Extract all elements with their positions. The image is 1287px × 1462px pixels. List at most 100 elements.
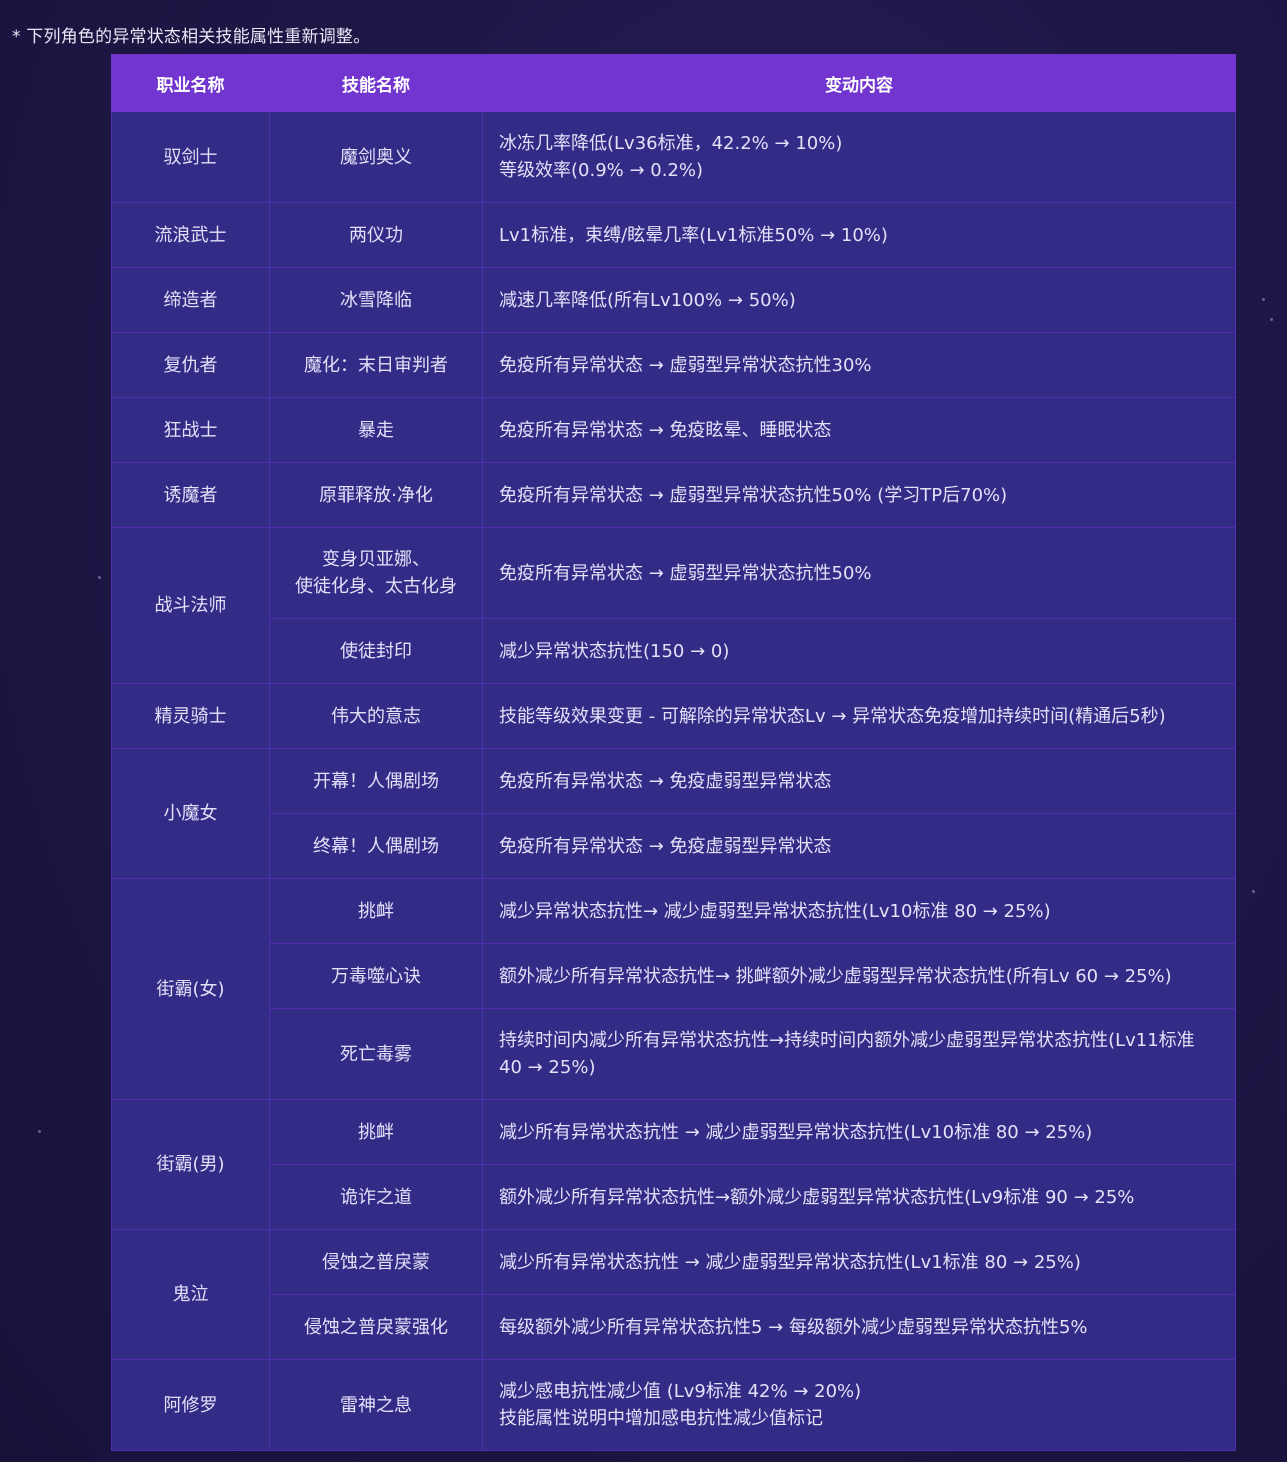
change-line: 减少异常状态抗性(150 → 0) <box>499 640 730 662</box>
change-line: 减少感电抗性减少值 (Lv9标准 42% → 20%) <box>499 1381 862 1402</box>
change-content: 减少感电抗性减少值 (Lv9标准 42% → 20%) 技能属性说明中增加感电抗… <box>482 1359 1236 1451</box>
skill-name: 终幕！人偶剧场 <box>269 813 483 879</box>
change-content: 冰冻几率降低(Lv36标准，42.2% → 10%) 等级效率(0.9% → 0… <box>482 111 1236 203</box>
table-row: 诡诈之道 额外减少所有异常状态抗性→额外减少虚弱型异常状态抗性(Lv9标准 90… <box>112 1164 1236 1230</box>
table-row: 小魔女 开幕！人偶剧场 免疫所有异常状态 → 免疫虚弱型异常状态 <box>111 748 1236 879</box>
job-name: 精灵骑士 <box>111 683 270 749</box>
column-header-job: 职业名称 <box>111 54 270 112</box>
job-name: 街霸(男) <box>111 1099 270 1230</box>
change-content: 免疫所有异常状态 → 免疫虚弱型异常状态 <box>482 813 1236 879</box>
skill-name-line: 使徒化身、太古化身 <box>295 576 457 597</box>
job-name: 复仇者 <box>111 332 270 398</box>
change-content: 免疫所有异常状态 → 免疫眩晕、睡眠状态 <box>482 397 1236 463</box>
change-line: 免疫所有异常状态 → 免疫虚弱型异常状态 <box>499 770 832 792</box>
change-line: 免疫所有异常状态 → 虚弱型异常状态抗性50% <box>499 562 872 584</box>
change-content: 减少所有异常状态抗性 → 减少虚弱型异常状态抗性(Lv1标准 80 → 25%) <box>482 1229 1236 1295</box>
skill-name: 变身贝亚娜、 使徒化身、太古化身 <box>269 527 483 619</box>
change-content: 减少所有异常状态抗性 → 减少虚弱型异常状态抗性(Lv10标准 80 → 25%… <box>482 1099 1236 1165</box>
change-content: 免疫所有异常状态 → 虚弱型异常状态抗性50% <box>482 527 1236 619</box>
change-content: Lv1标准，束缚/眩晕几率(Lv1标准50% → 10%) <box>482 202 1236 268</box>
job-name: 阿修罗 <box>111 1359 270 1451</box>
skill-name: 使徒封印 <box>269 618 483 684</box>
job-name: 诱魔者 <box>111 462 270 528</box>
skill-name: 死亡毒雾 <box>269 1008 483 1100</box>
change-line: 40 → 25%) <box>499 1057 596 1078</box>
table-row: 驭剑士 魔剑奥义 冰冻几率降低(Lv36标准，42.2% → 10%) 等级效率… <box>111 111 1236 203</box>
skill-name: 万毒噬心诀 <box>269 943 483 1009</box>
job-name: 街霸(女) <box>111 878 270 1100</box>
job-name: 鬼泣 <box>111 1229 270 1360</box>
change-line: 减少所有异常状态抗性 → 减少虚弱型异常状态抗性(Lv1标准 80 → 25%) <box>499 1251 1081 1273</box>
skill-name: 冰雪降临 <box>269 267 483 333</box>
column-header-skill: 技能名称 <box>269 54 483 112</box>
change-line: 额外减少所有异常状态抗性→ 挑衅额外减少虚弱型异常状态抗性(所有Lv 60 → … <box>499 965 1172 987</box>
skill-name: 诡诈之道 <box>269 1164 483 1230</box>
change-content: 减速几率降低(所有Lv100% → 50%) <box>482 267 1236 333</box>
change-line: 免疫所有异常状态 → 免疫眩晕、睡眠状态 <box>499 419 832 441</box>
change-content: 免疫所有异常状态 → 虚弱型异常状态抗性50% (学习TP后70%) <box>482 462 1236 528</box>
table-row: 缔造者 冰雪降临 减速几率降低(所有Lv100% → 50%) <box>111 267 1236 333</box>
table-row: 阿修罗 雷神之息 减少感电抗性减少值 (Lv9标准 42% → 20%) 技能属… <box>111 1359 1236 1451</box>
skill-name: 暴走 <box>269 397 483 463</box>
skill-name: 开幕！人偶剧场 <box>269 748 483 814</box>
table-row: 精灵骑士 伟大的意志 技能等级效果变更 - 可解除的异常状态Lv → 异常状态免… <box>111 683 1236 749</box>
skill-name: 魔化：末日审判者 <box>269 332 483 398</box>
table-row: 复仇者 魔化：末日审判者 免疫所有异常状态 → 虚弱型异常状态抗性30% <box>111 332 1236 398</box>
skill-name: 挑衅 <box>269 1099 483 1165</box>
change-line: 免疫所有异常状态 → 免疫虚弱型异常状态 <box>499 835 832 857</box>
change-line: 等级效率(0.9% → 0.2%) <box>499 160 704 181</box>
table-row: 战斗法师 变身贝亚娜、 使徒化身、太古化身 免疫所有异常状态 → 虚弱型异常状态… <box>111 527 1236 684</box>
skill-name: 侵蚀之普戾蒙强化 <box>269 1294 483 1360</box>
change-line: 免疫所有异常状态 → 虚弱型异常状态抗性50% (学习TP后70%) <box>499 484 1008 506</box>
skill-name: 两仪功 <box>269 202 483 268</box>
table-row: 鬼泣 侵蚀之普戾蒙 减少所有异常状态抗性 → 减少虚弱型异常状态抗性(Lv1标准… <box>111 1229 1236 1360</box>
table-row: 街霸(女) 挑衅 减少异常状态抗性→ 减少虚弱型异常状态抗性(Lv10标准 80… <box>111 878 1236 1100</box>
change-content: 技能等级效果变更 - 可解除的异常状态Lv → 异常状态免疫增加持续时间(精通后… <box>482 683 1236 749</box>
change-content: 减少异常状态抗性(150 → 0) <box>482 618 1236 684</box>
change-content: 额外减少所有异常状态抗性→额外减少虚弱型异常状态抗性(Lv9标准 90 → 25… <box>482 1164 1236 1230</box>
job-name: 小魔女 <box>111 748 270 879</box>
job-name: 战斗法师 <box>111 527 270 684</box>
change-content: 减少异常状态抗性→ 减少虚弱型异常状态抗性(Lv10标准 80 → 25%) <box>482 878 1236 944</box>
change-line: 技能等级效果变更 - 可解除的异常状态Lv → 异常状态免疫增加持续时间(精通后… <box>499 705 1166 727</box>
table-row: 侵蚀之普戾蒙强化 每级额外减少所有异常状态抗性5 → 每级额外减少虚弱型异常状态… <box>112 1294 1236 1360</box>
table-row: 使徒封印 减少异常状态抗性(150 → 0) <box>112 618 1236 684</box>
change-content: 额外减少所有异常状态抗性→ 挑衅额外减少虚弱型异常状态抗性(所有Lv 60 → … <box>482 943 1236 1009</box>
change-content: 免疫所有异常状态 → 虚弱型异常状态抗性30% <box>482 332 1236 398</box>
change-content: 持续时间内减少所有异常状态抗性→持续时间内额外减少虚弱型异常状态抗性(Lv11标… <box>482 1008 1236 1100</box>
change-line: 额外减少所有异常状态抗性→额外减少虚弱型异常状态抗性(Lv9标准 90 → 25… <box>499 1186 1135 1208</box>
skill-name-line: 变身贝亚娜、 <box>322 549 430 570</box>
change-line: 免疫所有异常状态 → 虚弱型异常状态抗性30% <box>499 354 872 376</box>
skill-name: 挑衅 <box>269 878 483 944</box>
table-row: 终幕！人偶剧场 免疫所有异常状态 → 免疫虚弱型异常状态 <box>112 813 1236 879</box>
change-line: 冰冻几率降低(Lv36标准，42.2% → 10%) <box>499 133 843 154</box>
change-line: 减少所有异常状态抗性 → 减少虚弱型异常状态抗性(Lv10标准 80 → 25%… <box>499 1121 1093 1143</box>
skill-name: 原罪释放·净化 <box>269 462 483 528</box>
table-row: 街霸(男) 挑衅 减少所有异常状态抗性 → 减少虚弱型异常状态抗性(Lv10标准… <box>111 1099 1236 1230</box>
change-line: 技能属性说明中增加感电抗性减少值标记 <box>499 1408 823 1429</box>
change-content: 每级额外减少所有异常状态抗性5 → 每级额外减少虚弱型异常状态抗性5% <box>482 1294 1236 1360</box>
table-row: 诱魔者 原罪释放·净化 免疫所有异常状态 → 虚弱型异常状态抗性50% (学习T… <box>111 462 1236 528</box>
change-line: 减少异常状态抗性→ 减少虚弱型异常状态抗性(Lv10标准 80 → 25%) <box>499 900 1051 922</box>
table-header-row: 职业名称 技能名称 变动内容 <box>111 54 1236 112</box>
job-name: 流浪武士 <box>111 202 270 268</box>
table-row: 万毒噬心诀 额外减少所有异常状态抗性→ 挑衅额外减少虚弱型异常状态抗性(所有Lv… <box>112 943 1236 1009</box>
skill-name: 侵蚀之普戾蒙 <box>269 1229 483 1295</box>
job-name: 狂战士 <box>111 397 270 463</box>
skill-changes-table: 职业名称 技能名称 变动内容 驭剑士 魔剑奥义 冰冻几率降低(Lv36标准，42… <box>111 54 1236 1451</box>
column-header-change: 变动内容 <box>482 54 1236 112</box>
change-line: 每级额外减少所有异常状态抗性5 → 每级额外减少虚弱型异常状态抗性5% <box>499 1316 1088 1338</box>
job-name: 驭剑士 <box>111 111 270 203</box>
skill-name: 雷神之息 <box>269 1359 483 1451</box>
table-row: 狂战士 暴走 免疫所有异常状态 → 免疫眩晕、睡眠状态 <box>111 397 1236 463</box>
skill-name: 伟大的意志 <box>269 683 483 749</box>
change-line: Lv1标准，束缚/眩晕几率(Lv1标准50% → 10%) <box>499 224 888 246</box>
adjustment-note: * 下列角色的异常状态相关技能属性重新调整。 <box>12 27 371 47</box>
change-line: 持续时间内减少所有异常状态抗性→持续时间内额外减少虚弱型异常状态抗性(Lv11标… <box>499 1030 1195 1051</box>
table-row: 流浪武士 两仪功 Lv1标准，束缚/眩晕几率(Lv1标准50% → 10%) <box>111 202 1236 268</box>
table-row: 死亡毒雾 持续时间内减少所有异常状态抗性→持续时间内额外减少虚弱型异常状态抗性(… <box>112 1008 1236 1100</box>
skill-name: 魔剑奥义 <box>269 111 483 203</box>
job-name: 缔造者 <box>111 267 270 333</box>
change-line: 减速几率降低(所有Lv100% → 50%) <box>499 289 796 311</box>
change-content: 免疫所有异常状态 → 免疫虚弱型异常状态 <box>482 748 1236 814</box>
